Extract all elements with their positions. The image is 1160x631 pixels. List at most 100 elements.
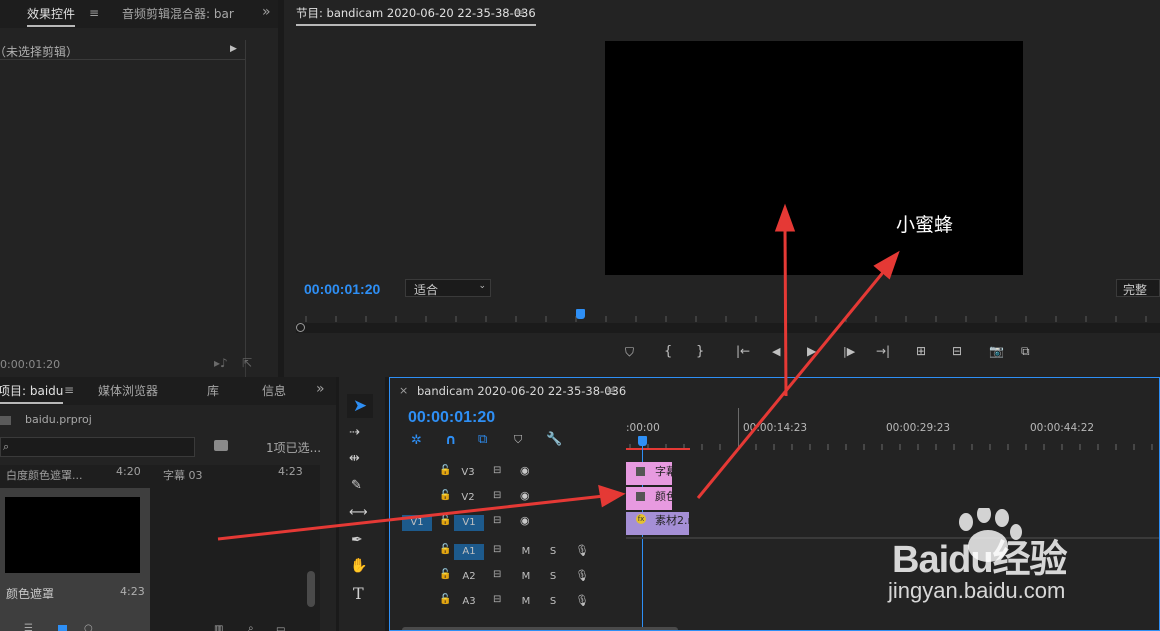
mute-button[interactable]: M <box>519 594 533 610</box>
selection-count: 1项已选... <box>266 441 322 455</box>
go-to-in-icon[interactable]: |← <box>736 344 750 358</box>
program-monitor-title[interactable]: 节目: bandicam 2020-06-20 22-35-38-036 <box>296 5 536 26</box>
play-icon[interactable]: ▶ <box>807 344 816 358</box>
timeline-playhead[interactable] <box>638 436 647 446</box>
vertical-scrollbar[interactable] <box>307 571 315 607</box>
sync-lock-icon[interactable]: ⊟ <box>493 515 501 526</box>
microphone-icon[interactable]: 🎙 <box>575 594 589 607</box>
linked-selection-icon[interactable]: ⧉ <box>478 432 487 447</box>
playback-ruler[interactable] <box>296 310 1160 322</box>
list-item-name[interactable]: 字幕 03 <box>163 467 203 483</box>
panel-menu-icon[interactable]: ≡ <box>606 384 616 398</box>
panel-menu-icon[interactable]: ≡ <box>515 6 525 20</box>
timeline-horizontal-scrollbar[interactable] <box>402 627 678 630</box>
audio-only-icon[interactable]: ▸♪ <box>214 356 228 370</box>
timeline-ruler[interactable]: :00:00 00:00:14:23 00:00:29:23 00:00:44:… <box>626 408 1159 450</box>
pen-tool-icon[interactable]: ✒ <box>351 532 363 548</box>
camera-icon[interactable]: 📷 <box>989 344 1004 358</box>
close-icon[interactable]: × <box>399 384 408 397</box>
clip-footage[interactable]: fx 素材2.n <box>626 512 689 535</box>
track-name[interactable]: A1 <box>454 544 484 560</box>
step-forward-icon[interactable]: |▶ <box>843 345 855 358</box>
media-thumbnail[interactable] <box>5 497 140 573</box>
mute-button[interactable]: M <box>519 544 533 560</box>
more-panels-icon[interactable]: » <box>262 4 271 20</box>
tab-library[interactable]: 库 <box>207 382 219 399</box>
timeline-timecode[interactable]: 00:00:01:20 <box>408 409 495 427</box>
go-to-out-icon[interactable]: →| <box>876 344 890 358</box>
add-marker-icon[interactable]: ⛉ <box>625 345 634 360</box>
clip-color-matte[interactable]: 颜色 <box>626 487 672 510</box>
solo-button[interactable]: S <box>547 569 559 585</box>
microphone-icon[interactable]: 🎙 <box>575 569 589 582</box>
lock-icon[interactable]: 🔓 <box>439 490 451 501</box>
zoom-select-value: 适合 <box>414 283 439 297</box>
lock-icon[interactable]: 🔓 <box>439 465 451 476</box>
tab-effect-controls[interactable]: 效果控件 <box>27 5 76 27</box>
add-marker-icon[interactable]: ⛉ <box>514 433 522 447</box>
export-frame-icon[interactable]: ⇱ <box>242 356 252 370</box>
lock-icon[interactable]: 🔓 <box>439 594 451 605</box>
track-name[interactable]: V1 <box>454 515 484 531</box>
program-timecode[interactable]: 00:00:01:20 <box>304 281 380 297</box>
track-select-tool-icon[interactable]: ⇢ <box>349 425 360 440</box>
nest-toggle-icon[interactable]: ✲ <box>411 433 422 448</box>
ripple-edit-tool-icon[interactable]: ⇹ <box>349 451 360 466</box>
lock-icon[interactable]: 🔓 <box>439 515 451 526</box>
snap-icon[interactable]: ∩ <box>445 432 456 448</box>
compare-view-icon[interactable]: ⧉ <box>1021 344 1030 359</box>
microphone-icon[interactable]: 🎙 <box>575 544 589 557</box>
wrench-icon[interactable]: 🔧 <box>546 432 562 447</box>
list-item-name[interactable]: 白度颜色遮罩... <box>6 467 83 483</box>
source-patch[interactable]: V1 <box>402 515 432 531</box>
mark-in-icon[interactable]: { <box>664 344 672 359</box>
new-bin-bottom-icon[interactable]: ▭ <box>276 624 285 631</box>
hand-tool-icon[interactable]: ✋ <box>350 558 367 574</box>
eye-icon[interactable]: ◉ <box>520 514 530 527</box>
find-icon[interactable]: ⌕ <box>248 623 254 631</box>
panel-menu-icon[interactable]: ≡ <box>89 6 99 20</box>
sequence-tab[interactable]: bandicam 2020-06-20 22-35-38-036 <box>417 384 626 398</box>
playhead-marker[interactable] <box>576 309 585 319</box>
automate-icon[interactable]: ▥ <box>214 624 223 631</box>
expand-arrow-icon[interactable]: ▶ <box>230 44 237 54</box>
sync-lock-icon[interactable]: ⊟ <box>493 544 501 555</box>
type-tool-icon[interactable]: T <box>353 584 364 603</box>
sync-lock-icon[interactable]: ⊟ <box>493 465 501 476</box>
step-back-icon[interactable]: ◀ <box>772 345 780 358</box>
tab-project[interactable]: 项目: baidu <box>0 382 64 404</box>
new-bin-icon[interactable] <box>214 440 228 451</box>
scroll-track[interactable] <box>296 323 1160 333</box>
scroll-handle-left[interactable] <box>296 323 305 332</box>
eye-icon[interactable]: ◉ <box>520 464 530 477</box>
tab-info[interactable]: 信息 <box>262 382 286 399</box>
search-input[interactable]: ⌕ <box>0 437 195 457</box>
lock-icon[interactable]: 🔓 <box>439 544 451 555</box>
clip-title[interactable]: 字幕 <box>626 462 672 485</box>
zoom-select[interactable]: 适合 ⌄ <box>405 279 491 297</box>
solo-button[interactable]: S <box>547 594 559 610</box>
tab-audio-clip-mixer[interactable]: 音频剪辑混合器: bar <box>122 5 234 22</box>
tab-media-browser[interactable]: 媒体浏览器 <box>98 382 158 399</box>
sync-lock-icon[interactable]: ⊟ <box>493 569 501 580</box>
zoom-slider-icon[interactable]: ○ <box>84 623 93 631</box>
panel-menu-icon[interactable]: ≡ <box>64 383 74 397</box>
selection-tool-icon[interactable]: ➤ <box>347 394 373 418</box>
mark-out-icon[interactable]: } <box>696 344 704 359</box>
more-panels-icon[interactable]: » <box>316 381 325 397</box>
mute-button[interactable]: M <box>519 569 533 585</box>
icon-view-icon[interactable] <box>58 625 67 631</box>
work-area-bar[interactable] <box>626 448 690 450</box>
solo-button[interactable]: S <box>547 544 559 560</box>
lift-icon[interactable]: ⊞ <box>916 344 926 358</box>
lock-icon[interactable]: 🔓 <box>439 569 451 580</box>
sync-lock-icon[interactable]: ⊟ <box>493 594 501 605</box>
extract-icon[interactable]: ⊟ <box>952 344 962 358</box>
eye-icon[interactable]: ◉ <box>520 489 530 502</box>
selected-media-item[interactable]: 颜色遮罩 4:23 <box>0 488 150 631</box>
resolution-select[interactable]: 完整 <box>1116 279 1160 297</box>
sync-lock-icon[interactable]: ⊟ <box>493 490 501 501</box>
slip-tool-icon[interactable]: ⟷ <box>349 505 368 520</box>
list-view-icon[interactable]: ☰ <box>24 623 33 631</box>
razor-tool-icon[interactable]: ✎ <box>351 478 362 493</box>
